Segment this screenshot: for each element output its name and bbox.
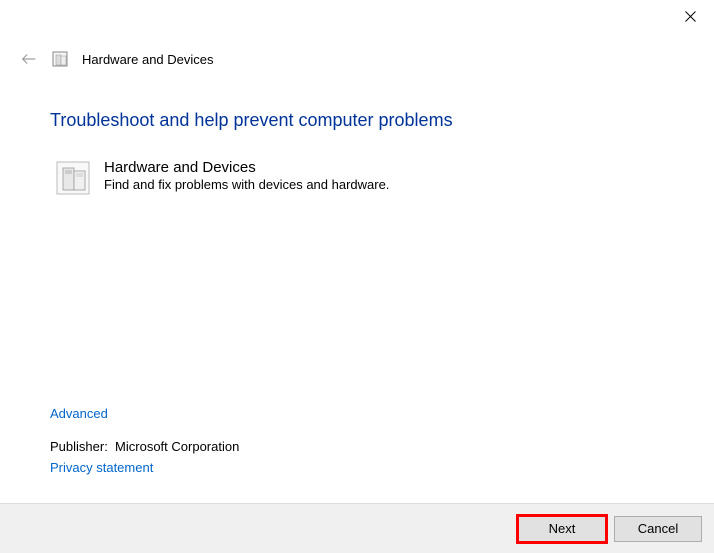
window-title: Hardware and Devices	[82, 52, 214, 67]
publisher-row: Publisher: Microsoft Corporation	[50, 439, 239, 454]
item-description: Find and fix problems with devices and h…	[104, 177, 389, 192]
publisher-value: Microsoft Corporation	[115, 439, 239, 454]
bottom-links: Advanced Publisher: Microsoft Corporatio…	[50, 406, 239, 475]
cancel-button[interactable]: Cancel	[614, 516, 702, 542]
next-button[interactable]: Next	[518, 516, 606, 542]
header-bar: Hardware and Devices	[20, 50, 214, 68]
troubleshooter-icon	[52, 51, 68, 67]
publisher-label: Publisher:	[50, 439, 108, 454]
content-area: Troubleshoot and help prevent computer p…	[50, 110, 674, 195]
item-title: Hardware and Devices	[104, 159, 389, 176]
hardware-devices-icon	[56, 161, 90, 195]
advanced-link[interactable]: Advanced	[50, 406, 108, 421]
close-icon	[685, 11, 696, 22]
close-button[interactable]	[666, 0, 714, 32]
main-heading: Troubleshoot and help prevent computer p…	[50, 110, 674, 131]
troubleshooter-item: Hardware and Devices Find and fix proble…	[56, 159, 674, 195]
back-arrow-icon[interactable]	[20, 50, 38, 68]
privacy-link[interactable]: Privacy statement	[50, 460, 153, 475]
footer-bar: Next Cancel	[0, 503, 714, 553]
